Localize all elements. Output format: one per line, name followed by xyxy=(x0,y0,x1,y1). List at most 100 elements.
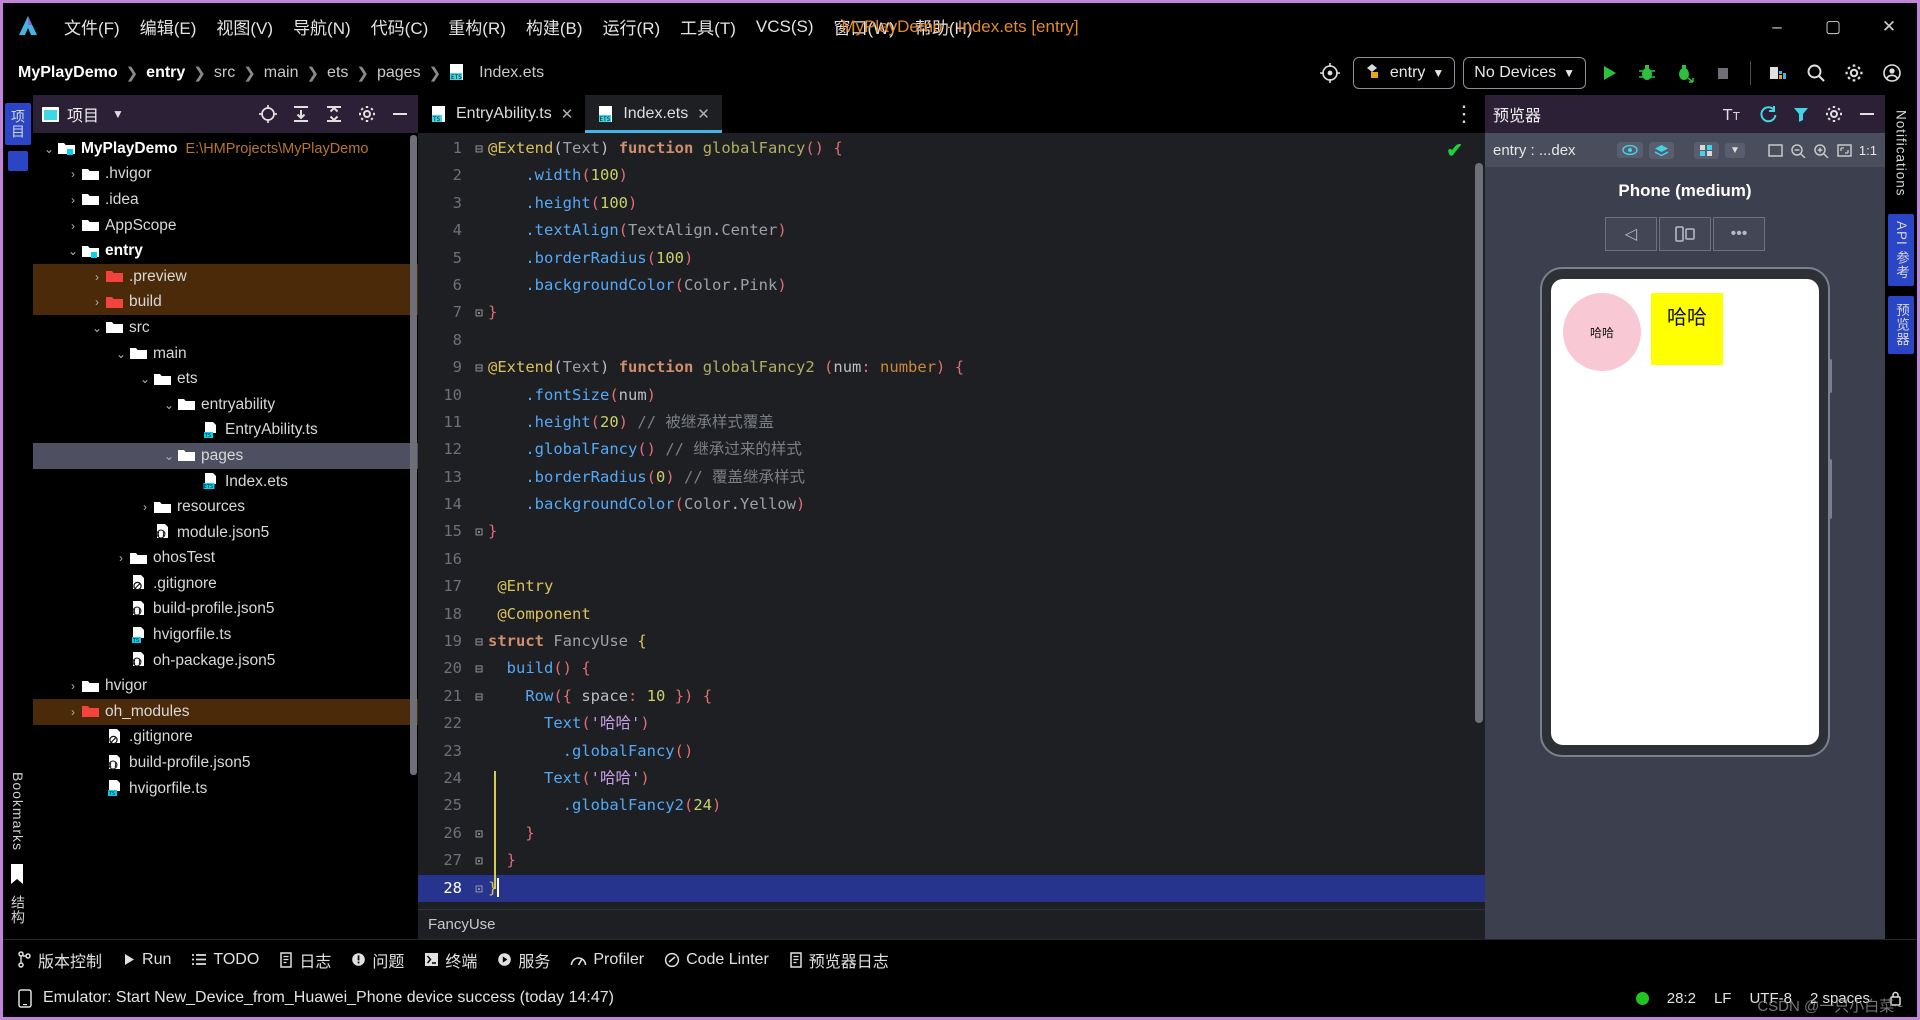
lock-icon[interactable] xyxy=(1888,990,1903,1007)
menu-item-vcs[interactable]: VCS(S) xyxy=(747,14,823,40)
multi-device-icon[interactable] xyxy=(1659,217,1711,251)
tree-node[interactable]: › oh_modules xyxy=(33,699,418,725)
indent-setting[interactable]: 2 spaces xyxy=(1810,990,1870,1007)
tree-node[interactable]: › .preview xyxy=(33,263,418,290)
debug-icon[interactable] xyxy=(1632,58,1662,88)
expand-all-icon[interactable] xyxy=(291,104,311,124)
code-line[interactable]: 4 .textAlign(TextAlign.Center) xyxy=(418,217,1485,244)
code-line[interactable]: 3 .height(100) xyxy=(418,190,1485,217)
tree-node[interactable]: ⌄ src xyxy=(33,315,418,341)
breadcrumb-ets[interactable]: ets xyxy=(322,62,353,84)
code-line[interactable]: 11 .height(20) // 被继承样式覆盖 xyxy=(418,409,1485,436)
menu-item-edit[interactable]: 编辑(E) xyxy=(131,11,206,42)
tree-node[interactable]: › hvigor xyxy=(33,673,418,699)
caret-position[interactable]: 28:2 xyxy=(1667,990,1696,1007)
tree-node[interactable]: ⌄ entry xyxy=(33,238,418,264)
tree-node[interactable]: › AppScope xyxy=(33,213,418,239)
chevron-right-icon[interactable]: › xyxy=(137,500,153,514)
tree-node[interactable]: ⌄ MyPlayDemo E:\HMProjects\MyPlayDemo xyxy=(33,136,418,162)
line-separator[interactable]: LF xyxy=(1714,990,1732,1007)
code-line[interactable]: 13 .borderRadius(0) // 覆盖继承样式 xyxy=(418,464,1485,491)
tree-node[interactable]: module.json5 xyxy=(33,520,418,546)
code-line[interactable]: 17 @Entry xyxy=(418,573,1485,600)
breadcrumb-src[interactable]: src xyxy=(209,62,240,84)
sidebar-tab-api-reference[interactable]: API 参考 xyxy=(1888,213,1914,287)
editor-bottom-breadcrumb[interactable]: FancyUse xyxy=(418,909,1485,939)
inspector-icon[interactable] xyxy=(1791,104,1811,124)
code-line[interactable]: 25 .globalFancy2(24) xyxy=(418,792,1485,819)
code-line[interactable]: 6 .backgroundColor(Color.Pink) xyxy=(418,272,1485,299)
chevron-down-icon[interactable]: ⌄ xyxy=(161,449,177,463)
chevron-down-icon[interactable]: ▼ xyxy=(112,107,124,121)
fold-gutter-icon[interactable]: ⊡ xyxy=(470,300,488,327)
tree-node[interactable]: build-profile.json5 xyxy=(33,750,418,776)
code-line[interactable]: 26 ⊡ } xyxy=(418,820,1485,847)
chevron-right-icon[interactable]: › xyxy=(89,295,105,309)
font-size-icon[interactable]: TT xyxy=(1723,104,1745,124)
tree-node[interactable]: .gitignore xyxy=(33,571,418,597)
breadcrumb-project[interactable]: MyPlayDemo xyxy=(13,62,123,84)
menu-item-window[interactable]: 窗口(W) xyxy=(825,11,904,42)
tool-window-problems[interactable]: 问题 xyxy=(351,948,404,972)
tree-node[interactable]: ⌄ main xyxy=(33,341,418,367)
file-encoding[interactable]: UTF-8 xyxy=(1749,990,1792,1007)
device-manager-icon[interactable] xyxy=(1763,58,1793,88)
editor-tab-entryability[interactable]: TS EntryAbility.ts ✕ xyxy=(418,95,585,133)
stop-icon[interactable] xyxy=(1708,58,1738,88)
code-line[interactable]: 28 ⊡} xyxy=(418,874,1485,902)
previewer-target-label[interactable]: entry : ...dex xyxy=(1493,142,1576,159)
close-button[interactable]: ✕ xyxy=(1861,4,1917,50)
code-line[interactable]: 12 .globalFancy() // 继承过来的样式 xyxy=(418,436,1485,463)
tree-node[interactable]: › .hvigor xyxy=(33,162,418,188)
menu-item-run[interactable]: 运行(R) xyxy=(594,11,670,42)
chevron-down-icon[interactable]: ⌄ xyxy=(113,347,129,361)
tool-window-services[interactable]: 服务 xyxy=(497,948,550,972)
code-line[interactable]: 15 ⊡} xyxy=(418,518,1485,545)
inspection-status-icon[interactable]: ✔ xyxy=(1446,138,1463,163)
chevron-down-icon[interactable]: ⌄ xyxy=(41,142,57,156)
structure-small-icon[interactable] xyxy=(8,151,28,171)
tool-window-run[interactable]: Run xyxy=(122,951,171,969)
sidebar-tab-notifications[interactable]: Notifications xyxy=(1891,103,1912,204)
code-line[interactable]: 9 ⊟ @Extend(Text) function globalFancy2 (n… xyxy=(418,354,1485,381)
run-icon[interactable] xyxy=(1594,58,1624,88)
tree-node[interactable]: oh-package.json5 xyxy=(33,648,418,674)
code-line[interactable]: 1 ⊟ @Extend(Text) function globalFancy() { xyxy=(418,135,1485,162)
tool-window-vcs[interactable]: 版本控制 xyxy=(17,948,102,972)
code-line[interactable]: 5 .borderRadius(100) xyxy=(418,245,1485,272)
project-tree[interactable]: ⌄ MyPlayDemo E:\HMProjects\MyPlayDemo › .hvi… xyxy=(33,133,418,939)
tree-node[interactable]: › resources xyxy=(33,494,418,520)
code-line[interactable]: 27 ⊡ } xyxy=(418,847,1485,874)
fold-gutter-icon[interactable]: ⊟ xyxy=(470,656,488,683)
code-line[interactable]: 23 .globalFancy() xyxy=(418,738,1485,765)
sidebar-tab-bookmarks[interactable]: Bookmarks xyxy=(7,766,29,857)
code-editor[interactable]: ✔ 1 ⊟ @Extend(Text) function globalFancy()… xyxy=(418,133,1485,909)
code-content[interactable]: 1 ⊟ @Extend(Text) function globalFancy() {… xyxy=(418,133,1485,902)
tool-window-todo[interactable]: TODO xyxy=(191,951,259,969)
breadcrumb-file[interactable]: Index.ets xyxy=(474,62,549,84)
sidebar-tab-structure[interactable]: 结构 xyxy=(5,889,31,931)
sidebar-tab-project[interactable]: 项目 xyxy=(5,103,31,145)
chevron-right-icon[interactable]: › xyxy=(65,193,81,207)
chevron-down-icon[interactable]: ⌄ xyxy=(65,244,81,258)
collapse-all-icon[interactable] xyxy=(324,104,344,124)
hide-panel-icon[interactable] xyxy=(1857,104,1877,124)
code-line[interactable]: 22 Text('哈哈') xyxy=(418,710,1485,737)
tree-node[interactable]: ⌄ ets xyxy=(33,366,418,392)
profile-run-icon[interactable] xyxy=(1670,58,1700,88)
account-icon[interactable] xyxy=(1877,58,1907,88)
editor-scrollbar[interactable] xyxy=(1475,163,1483,723)
eye-icon[interactable] xyxy=(1617,142,1644,158)
fold-gutter-icon[interactable]: ⊡ xyxy=(470,848,488,875)
more-options-icon[interactable]: ⋮ xyxy=(1453,103,1475,125)
fold-gutter-icon[interactable]: ⊡ xyxy=(470,821,488,848)
tool-window-profiler[interactable]: Profiler xyxy=(570,951,644,969)
chevron-down-icon[interactable]: ⌄ xyxy=(89,321,105,335)
hide-panel-icon[interactable] xyxy=(390,104,410,124)
chevron-right-icon[interactable]: › xyxy=(113,551,129,565)
fold-gutter-icon[interactable]: ⊟ xyxy=(470,629,488,656)
settings-gear-icon[interactable] xyxy=(1839,58,1869,88)
fold-gutter-icon[interactable]: ⊟ xyxy=(470,684,488,711)
breadcrumb-pages[interactable]: pages xyxy=(372,62,426,84)
project-tree-scrollbar[interactable] xyxy=(410,135,417,775)
